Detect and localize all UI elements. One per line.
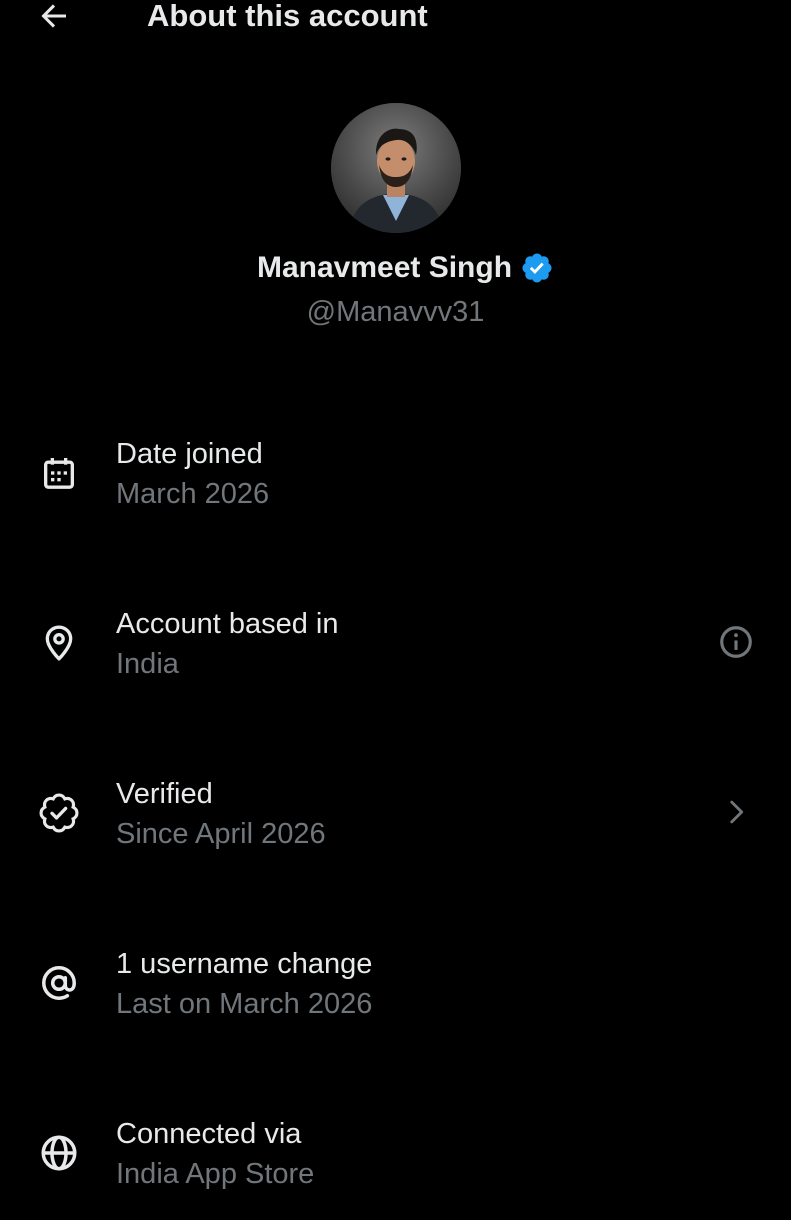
at-sign-icon bbox=[36, 960, 82, 1006]
row-subtitle: Last on March 2026 bbox=[116, 988, 373, 1020]
back-button[interactable] bbox=[32, 0, 76, 38]
name-row: Manavmeet Singh bbox=[0, 251, 791, 285]
row-subtitle: Since April 2026 bbox=[116, 818, 326, 850]
verified-badge-icon[interactable] bbox=[520, 251, 554, 285]
info-icon bbox=[720, 626, 752, 658]
info-button[interactable] bbox=[712, 618, 760, 666]
row-subtitle: India App Store bbox=[116, 1158, 315, 1190]
info-row-connected-via: Connected via India App Store bbox=[0, 1110, 791, 1220]
handle: @Manavvv31 bbox=[306, 296, 485, 328]
row-subtitle: India bbox=[116, 648, 179, 680]
row-title: Verified bbox=[116, 778, 213, 810]
row-title: Account based in bbox=[116, 608, 339, 640]
verified-details-button[interactable] bbox=[712, 788, 760, 836]
row-subtitle: March 2026 bbox=[116, 478, 270, 510]
chevron-right-icon bbox=[730, 800, 744, 824]
row-title: Date joined bbox=[116, 438, 263, 470]
info-row-username-change: 1 username change Last on March 2026 bbox=[0, 940, 791, 1050]
top-bar: About this account bbox=[0, 0, 791, 40]
display-name: Manavmeet Singh bbox=[256, 251, 513, 284]
avatar-portrait bbox=[331, 103, 461, 233]
page-title: About this account bbox=[147, 0, 428, 33]
globe-icon bbox=[36, 1130, 82, 1176]
verified-badge-outline-icon bbox=[36, 790, 82, 836]
location-pin-icon bbox=[36, 620, 82, 666]
row-title: Connected via bbox=[116, 1118, 302, 1150]
arrow-left-icon bbox=[41, 4, 66, 28]
info-row-date-joined: Date joined March 2026 bbox=[0, 430, 791, 540]
avatar[interactable] bbox=[331, 103, 461, 233]
row-title: 1 username change bbox=[116, 948, 373, 980]
info-row-verified[interactable]: Verified Since April 2026 bbox=[0, 770, 791, 880]
calendar-icon bbox=[36, 450, 82, 496]
info-row-account-based-in: Account based in India bbox=[0, 600, 791, 710]
